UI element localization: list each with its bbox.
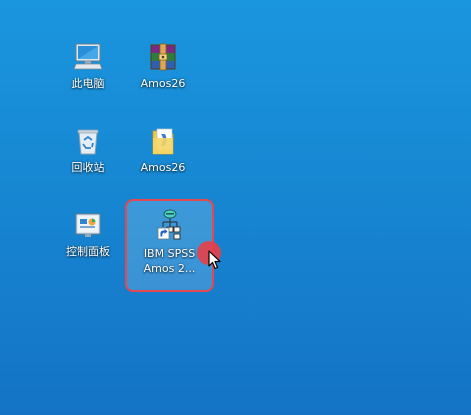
desktop-icon-amos26-archive[interactable]: Amos26 [128,42,198,114]
desktop-icon-label: 控制面板 [66,245,110,258]
desktop-icon-this-pc[interactable]: 此电脑 [53,42,123,114]
recycle-bin-icon [77,129,99,155]
desktop-icon-label: 此电脑 [71,77,105,90]
desktop-icon-recycle-bin[interactable]: 回收站 [53,126,123,198]
desktop[interactable]: 此电脑 Amos26 回收站 Amos26 控制面板 IBM SPSS Amos… [0,0,471,415]
desktop-icon-label-line2: Amos 2... [143,262,196,275]
desktop-icon-label-line1: IBM SPSS [143,247,196,260]
desktop-icon-amos26-folder[interactable]: Amos26 [128,126,198,198]
desktop-icon-control-panel[interactable]: 控制面板 [53,210,123,282]
desktop-icon-label: Amos26 [140,77,186,90]
control-panel-icon [75,213,101,237]
winrar-archive-icon [150,43,176,71]
mouse-cursor-icon [208,250,221,270]
desktop-icon-label: 回收站 [71,161,105,174]
amos-shortcut-icon [157,209,180,240]
folder-icon [152,128,174,155]
desktop-icon-label: Amos26 [140,161,186,174]
shortcut-arrow-icon [157,227,169,240]
computer-icon [73,43,103,70]
